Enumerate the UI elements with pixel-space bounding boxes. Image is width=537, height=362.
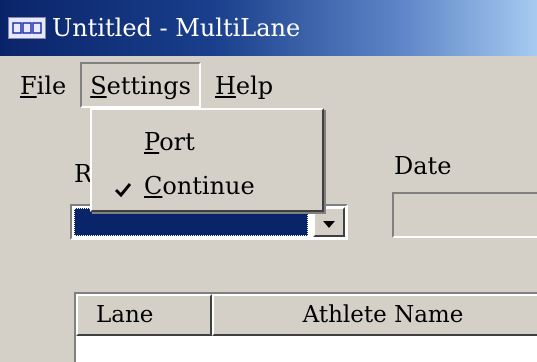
date-label: Date (394, 152, 452, 180)
title-bar: Untitled - MultiLane (0, 0, 537, 56)
menu-item-continue-rest: ontinue (162, 172, 255, 200)
menu-file[interactable]: File (12, 64, 74, 106)
check-icon (114, 176, 132, 204)
menu-item-port-label: Port (144, 128, 195, 156)
menu-file-mnemonic: F (20, 72, 37, 100)
menu-help-mnemonic: H (214, 72, 236, 100)
column-header-athlete-name[interactable]: Athlete Name (212, 294, 537, 336)
athlete-grid[interactable]: Lane Athlete Name (74, 292, 537, 362)
menu-item-port-mnemonic: P (144, 128, 160, 156)
window-title: Untitled - MultiLane (52, 14, 301, 42)
settings-dropdown-menu: Port Continue (90, 108, 324, 212)
menu-item-continue-label: Continue (144, 172, 255, 200)
menu-file-label: ile (36, 72, 67, 100)
race-combobox-value (74, 208, 308, 236)
app-icon[interactable] (8, 17, 46, 39)
menu-settings[interactable]: Settings (80, 62, 201, 108)
menu-bar: File Settings Help (0, 60, 537, 110)
menu-item-port-rest: ort (159, 128, 195, 156)
menu-item-continue[interactable]: Continue (92, 166, 322, 206)
menu-help[interactable]: Help (207, 64, 281, 106)
menu-item-continue-mnemonic: C (144, 172, 163, 200)
menu-help-label: elp (235, 72, 274, 100)
grid-header: Lane Athlete Name (76, 294, 537, 336)
column-header-lane[interactable]: Lane (76, 294, 212, 336)
menu-item-port[interactable]: Port (92, 122, 322, 162)
menu-settings-mnemonic: S (90, 72, 107, 100)
date-field[interactable] (392, 192, 537, 238)
menu-settings-label: ettings (106, 72, 191, 100)
chevron-down-icon (323, 213, 335, 232)
